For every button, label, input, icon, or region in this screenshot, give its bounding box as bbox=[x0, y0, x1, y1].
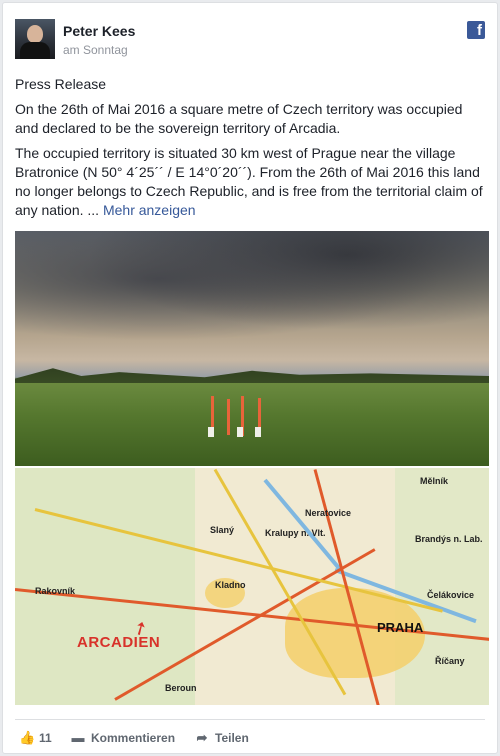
map-label: Rakovník bbox=[35, 586, 76, 596]
like-button[interactable]: 👍 11 bbox=[19, 727, 52, 749]
share-label: Teilen bbox=[215, 731, 249, 745]
facebook-icon[interactable]: f bbox=[467, 21, 485, 39]
comment-icon: ▬ bbox=[71, 730, 85, 745]
post-card: Peter Kees am Sonntag f Press Release On… bbox=[2, 2, 498, 754]
map-label: Slaný bbox=[210, 525, 235, 535]
share-icon: ➦ bbox=[196, 730, 208, 745]
post-photo-field[interactable] bbox=[15, 231, 489, 466]
post-header: Peter Kees am Sonntag f bbox=[15, 19, 485, 63]
post-photo-map[interactable]: Slaný Kladno Neratovice Kralupy n. Vlt. … bbox=[15, 468, 489, 705]
post-timestamp[interactable]: am Sonntag bbox=[63, 43, 128, 57]
map-label: Kralupy n. Vlt. bbox=[265, 528, 326, 538]
map-label: Neratovice bbox=[305, 508, 352, 518]
comment-button[interactable]: ▬ Kommentieren bbox=[71, 727, 176, 749]
map-label: Říčany bbox=[435, 656, 465, 666]
see-more-link[interactable]: Mehr anzeigen bbox=[103, 202, 196, 218]
post-paragraph: On the 26th of Mai 2016 a square metre o… bbox=[15, 101, 463, 136]
post-paragraph-title: Press Release bbox=[15, 76, 107, 92]
praha-label: PRAHA bbox=[377, 620, 424, 635]
map-label: Beroun bbox=[165, 683, 197, 693]
map-label: Brandýs n. Lab. bbox=[415, 534, 483, 544]
post-paragraph: The occupied territory is situated 30 km… bbox=[15, 145, 483, 218]
author-name[interactable]: Peter Kees bbox=[63, 23, 135, 39]
divider bbox=[15, 719, 485, 720]
arcadien-label: ARCADIEN bbox=[77, 634, 161, 651]
map-label: Kladno bbox=[215, 580, 246, 590]
thumbs-up-icon: 👍 bbox=[19, 730, 36, 745]
comment-label: Kommentieren bbox=[91, 731, 176, 745]
share-button[interactable]: ➦ Teilen bbox=[195, 727, 249, 749]
post-text: Press Release On the 26th of Mai 2016 a … bbox=[15, 75, 487, 226]
map-label: Mělník bbox=[420, 476, 449, 486]
avatar[interactable] bbox=[15, 19, 55, 59]
map-label: Čelákovice bbox=[427, 590, 475, 600]
like-count: 11 bbox=[39, 731, 52, 745]
